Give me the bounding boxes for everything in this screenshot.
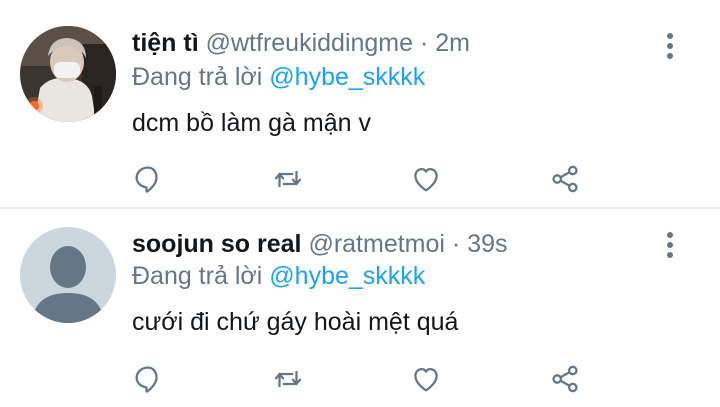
timestamp[interactable]: 2m <box>435 29 470 57</box>
retweet-icon <box>274 170 302 188</box>
share-button[interactable] <box>548 162 582 196</box>
separator: · <box>451 230 461 258</box>
like-button[interactable] <box>409 162 443 196</box>
handle[interactable]: @ratmetmoi <box>308 230 445 258</box>
avatar[interactable] <box>20 26 116 122</box>
action-bar <box>0 358 720 398</box>
reply-icon <box>135 166 158 193</box>
reply-context: Đang trả lời @hybe_skkkk <box>132 62 425 92</box>
tweet[interactable]: tiện tì @wtfreukiddingme · 2m Đang trả l… <box>0 0 720 207</box>
reply-prefix: Đang trả lời <box>132 262 263 290</box>
display-name[interactable]: tiện tì <box>132 29 199 57</box>
like-button[interactable] <box>409 362 443 396</box>
display-name[interactable]: soojun so real <box>132 230 301 258</box>
retweet-button[interactable] <box>271 362 305 396</box>
share-button[interactable] <box>548 362 582 396</box>
action-bar <box>0 158 720 198</box>
default-avatar-icon <box>20 227 116 323</box>
tweet-text: dcm bồ làm gà mận v <box>132 109 371 137</box>
reply-mention-link[interactable]: @hybe_skkkk <box>269 63 425 91</box>
tweet[interactable]: soojun so real @ratmetmoi · 39s Đang trả… <box>0 209 720 407</box>
share-icon <box>552 165 578 193</box>
tweet-text: cưới đi chứ gáy hoài mệt quá <box>132 308 459 336</box>
tweet-header: tiện tì @wtfreukiddingme · 2m <box>132 28 470 58</box>
reply-context: Đang trả lời @hybe_skkkk <box>132 261 425 291</box>
reply-mention-link[interactable]: @hybe_skkkk <box>269 262 425 290</box>
handle[interactable]: @wtfreukiddingme <box>206 29 413 57</box>
reply-icon <box>135 366 158 393</box>
more-vertical-icon[interactable] <box>658 30 682 62</box>
avatar[interactable] <box>20 227 116 323</box>
like-icon <box>414 167 438 192</box>
retweet-icon <box>274 370 302 388</box>
share-icon <box>552 365 578 393</box>
timestamp[interactable]: 39s <box>467 230 507 258</box>
reply-prefix: Đang trả lời <box>132 63 263 91</box>
tweet-header: soojun so real @ratmetmoi · 39s <box>132 229 508 259</box>
reply-button[interactable] <box>131 162 165 196</box>
retweet-button[interactable] <box>271 162 305 196</box>
user-photo-image <box>20 26 116 122</box>
like-icon <box>414 367 438 392</box>
reply-button[interactable] <box>131 362 165 396</box>
more-vertical-icon[interactable] <box>658 229 682 261</box>
separator: · <box>420 29 429 57</box>
